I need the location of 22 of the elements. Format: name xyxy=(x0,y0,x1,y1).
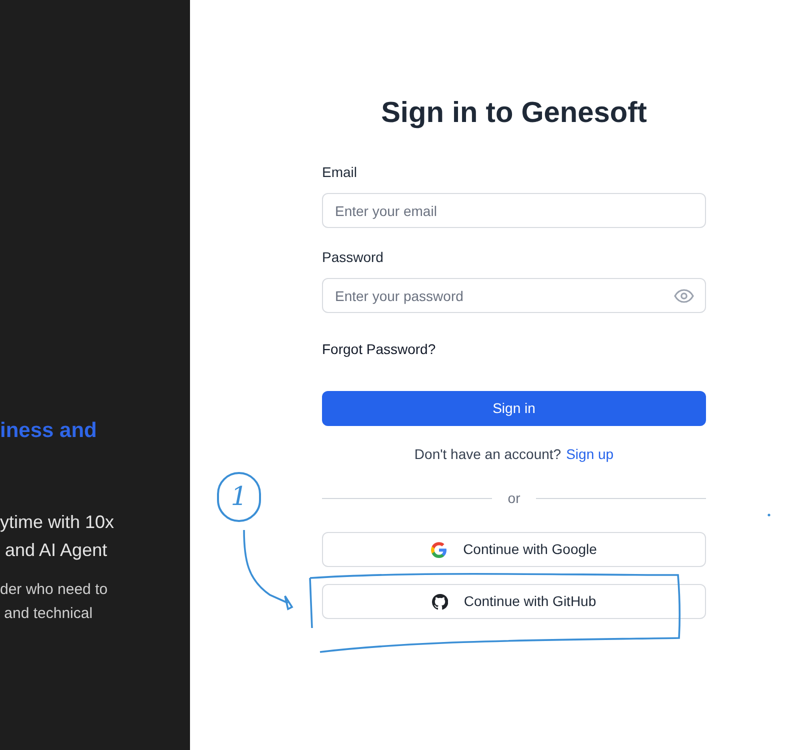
github-sign-in-button[interactable]: Continue with GitHub xyxy=(322,584,706,619)
description-text: and technical xyxy=(3,604,94,624)
email-field[interactable]: Enter your email xyxy=(322,193,706,228)
sign-up-link[interactable]: Sign up xyxy=(566,445,614,463)
field-label: Email xyxy=(322,163,358,181)
annotation-marker: 1 xyxy=(217,472,261,522)
forgot-password-link[interactable]: Forgot Password? xyxy=(322,340,436,358)
tagline-text: ytime with 10x xyxy=(0,511,116,534)
page-title: Sign in to Genesoft xyxy=(381,96,647,131)
google-icon xyxy=(431,542,448,558)
divider-text: or xyxy=(506,489,522,507)
description-text: der who need to xyxy=(0,580,109,600)
signup-prompt: Don't have an account? xyxy=(414,445,562,463)
sign-in-button[interactable]: Sign in xyxy=(322,391,706,426)
google-sign-in-button[interactable]: Continue with Google xyxy=(322,532,706,567)
field-label: Password xyxy=(322,248,384,266)
password-field[interactable]: Enter your password xyxy=(322,278,706,313)
headline: iness and xyxy=(0,418,98,444)
tagline-text: and AI Agent xyxy=(4,539,108,562)
annotation-dot xyxy=(768,514,770,516)
eye-icon[interactable] xyxy=(674,289,694,303)
github-icon xyxy=(432,594,448,610)
